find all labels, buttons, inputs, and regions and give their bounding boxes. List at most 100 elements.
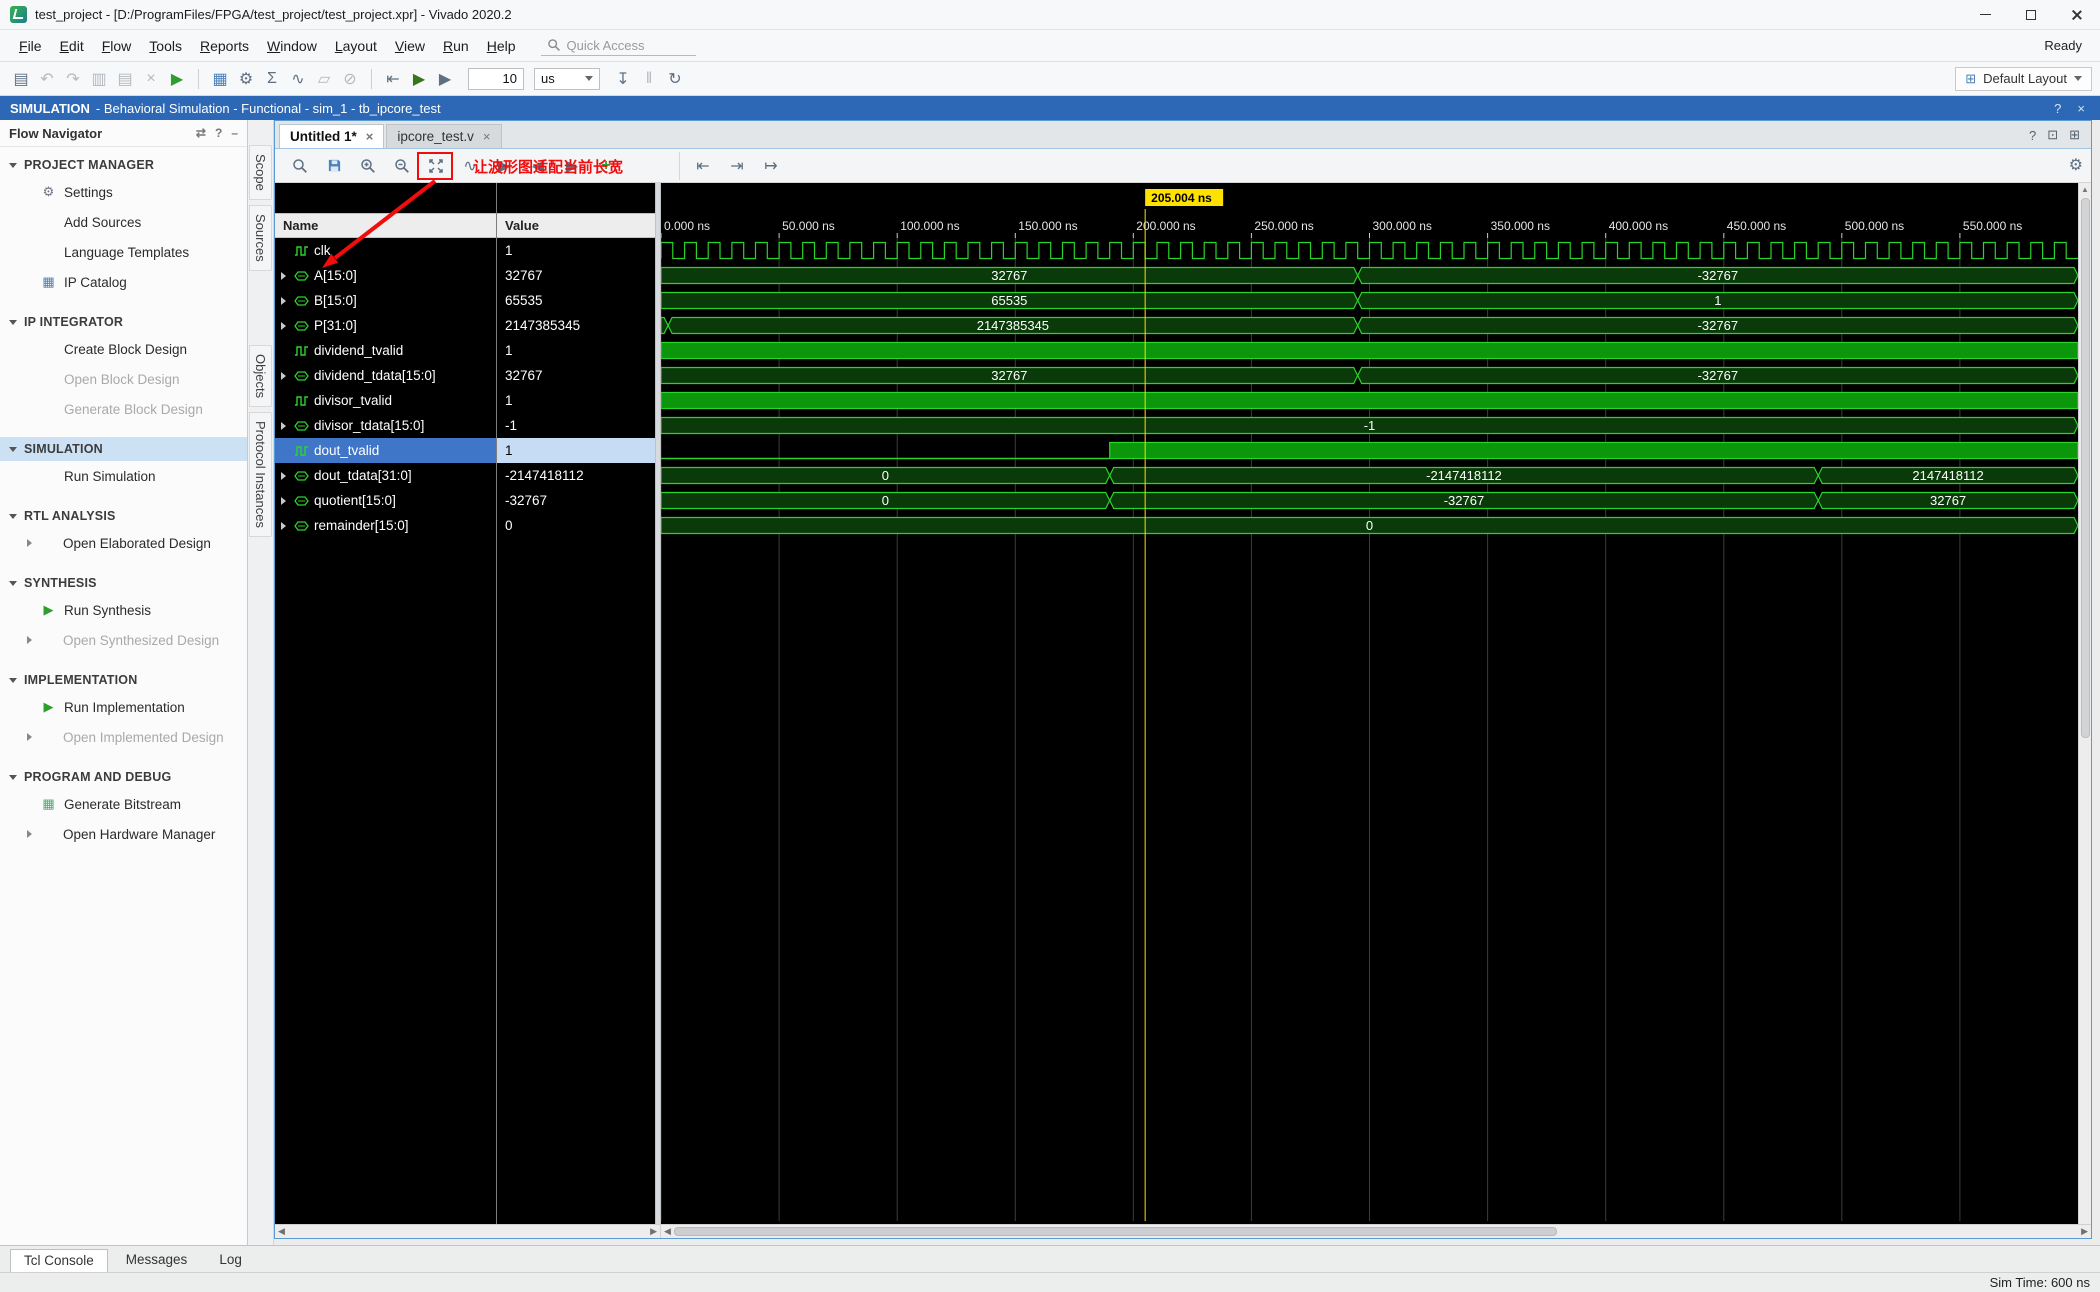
close-button[interactable] xyxy=(2054,0,2100,29)
signal-row-dout-tvalid[interactable]: dout_tvalid xyxy=(275,438,496,463)
board-icon[interactable]: ▦ xyxy=(207,66,233,92)
names-horizontal-scrollbar[interactable]: ◀ ▶ xyxy=(275,1225,661,1238)
side-tab-protocol-instances[interactable]: Protocol Instances xyxy=(249,411,272,537)
help-icon[interactable]: ? xyxy=(215,126,222,140)
time-unit-select[interactable]: us xyxy=(534,67,600,90)
paste-icon[interactable]: ▤ xyxy=(112,66,138,92)
run-time-input[interactable]: 10 xyxy=(468,67,524,90)
waveform-canvas[interactable]: 0.000 ns 50.000 ns 100.000 ns 150.000 ns 200… xyxy=(661,183,2078,1224)
value-column-header[interactable]: Value xyxy=(497,213,655,238)
collapse-panel-icon[interactable]: – xyxy=(231,126,238,140)
minimize-button[interactable] xyxy=(1962,0,2008,29)
swap-icon[interactable]: ⇄ xyxy=(196,126,206,140)
flow-section-header-synthesis[interactable]: SYNTHESIS xyxy=(0,571,247,595)
flow-section-header-implementation[interactable]: IMPLEMENTATION xyxy=(0,668,247,692)
editor-tab-ipcore-test-v[interactable]: ipcore_test.v × xyxy=(386,124,502,148)
close-tab-icon[interactable]: × xyxy=(483,129,491,144)
flow-item-generate-bitstream[interactable]: ▦ Generate Bitstream xyxy=(0,789,247,819)
signal-row-p-31-0[interactable]: P[31:0] xyxy=(275,313,496,338)
goto-end-icon[interactable]: ⇥ xyxy=(720,152,754,180)
scroll-right-icon[interactable]: ▶ xyxy=(650,1226,657,1237)
zoom-in-icon[interactable] xyxy=(351,152,385,180)
flow-item-ip-catalog[interactable]: ▦ IP Catalog xyxy=(0,267,247,297)
expand-chevron-icon[interactable] xyxy=(281,421,286,430)
restart-icon[interactable]: ⇤ xyxy=(380,66,406,92)
scroll-left-icon[interactable]: ◀ xyxy=(278,1226,285,1237)
close-context-icon[interactable]: × xyxy=(2077,101,2085,116)
zoom-out-icon[interactable] xyxy=(385,152,419,180)
menu-flow[interactable]: Flow xyxy=(93,34,141,58)
wave-icon[interactable]: ∿ xyxy=(285,66,311,92)
signal-row-b-15-0[interactable]: B[15:0] xyxy=(275,288,496,313)
flow-item-language-templates[interactable]: Language Templates xyxy=(0,237,247,267)
scalar-high-divisor-tvalid[interactable] xyxy=(661,391,2078,410)
expand-chevron-icon[interactable] xyxy=(281,321,286,330)
relaunch-icon[interactable]: ↻ xyxy=(662,66,688,92)
vertical-scrollbar[interactable]: ▲ xyxy=(2078,183,2091,1224)
name-column-header[interactable]: Name xyxy=(275,213,496,238)
bottom-tab-messages[interactable]: Messages xyxy=(112,1248,202,1272)
undo-icon[interactable]: ↶ xyxy=(34,66,60,92)
close-tab-icon[interactable]: × xyxy=(366,129,374,144)
flow-item-generate-block-design[interactable]: Generate Block Design xyxy=(0,394,247,424)
redo-icon[interactable]: ↷ xyxy=(60,66,86,92)
signal-row-dividend-tvalid[interactable]: dividend_tvalid xyxy=(275,338,496,363)
expand-chevron-icon[interactable] xyxy=(281,471,286,480)
menu-help[interactable]: Help xyxy=(478,34,525,58)
float-window-icon[interactable]: ⊡ xyxy=(2047,127,2058,143)
flow-item-open-implemented-design[interactable]: Open Implemented Design xyxy=(0,722,247,752)
scalar-high-dout-tvalid[interactable] xyxy=(1109,441,2078,460)
run-for-icon[interactable]: ▶ xyxy=(432,66,458,92)
disable-icon[interactable]: ⊘ xyxy=(337,66,363,92)
signal-row-dividend-tdata-15-0[interactable]: dividend_tdata[15:0] xyxy=(275,363,496,388)
bottom-tab-tcl-console[interactable]: Tcl Console xyxy=(10,1249,108,1272)
flow-section-header-project-manager[interactable]: PROJECT MANAGER xyxy=(0,153,247,177)
menu-window[interactable]: Window xyxy=(258,34,326,58)
copy-icon[interactable]: ▥ xyxy=(86,66,112,92)
bus-segment-p-31-0[interactable] xyxy=(661,316,669,335)
quick-access-search[interactable]: Quick Access xyxy=(540,36,696,56)
menu-edit[interactable]: Edit xyxy=(51,34,93,58)
bottom-tab-log[interactable]: Log xyxy=(205,1248,256,1272)
settings-icon[interactable]: ⚙ xyxy=(233,66,259,92)
expand-chevron-icon[interactable] xyxy=(281,521,286,530)
signal-row-clk[interactable]: clk xyxy=(275,238,496,263)
menu-run[interactable]: Run xyxy=(434,34,478,58)
flow-item-open-block-design[interactable]: Open Block Design xyxy=(0,364,247,394)
flow-item-open-synthesized-design[interactable]: Open Synthesized Design xyxy=(0,625,247,655)
flow-section-header-simulation[interactable]: SIMULATION xyxy=(0,437,247,461)
signal-row-quotient-15-0[interactable]: quotient[15:0] xyxy=(275,488,496,513)
menu-layout[interactable]: Layout xyxy=(326,34,386,58)
run-icon[interactable]: ▶ xyxy=(164,66,190,92)
signal-row-remainder-15-0[interactable]: remainder[15:0] xyxy=(275,513,496,538)
editor-tab-untitled-1[interactable]: Untitled 1* × xyxy=(279,124,385,148)
menu-reports[interactable]: Reports xyxy=(191,34,258,58)
sigma-icon[interactable]: Σ xyxy=(259,66,285,92)
side-tab-sources[interactable]: Sources xyxy=(249,204,272,271)
flow-item-add-sources[interactable]: Add Sources xyxy=(0,207,247,237)
flow-item-open-elaborated-design[interactable]: Open Elaborated Design xyxy=(0,528,247,558)
delete-icon[interactable]: × xyxy=(138,66,164,92)
flow-item-settings[interactable]: ⚙ Settings xyxy=(0,177,247,207)
wave-horizontal-scrollbar[interactable]: ◀ ▶ xyxy=(661,1225,2091,1238)
maximize-button[interactable] xyxy=(2008,0,2054,29)
pause-icon[interactable]: ‖ xyxy=(636,66,662,92)
snap-to-transition-icon[interactable]: ↦ xyxy=(754,152,788,180)
layout-selector[interactable]: ⊞ Default Layout xyxy=(1955,66,2092,91)
flow-section-header-ip-integrator[interactable]: IP INTEGRATOR xyxy=(0,310,247,334)
wave-scrollbar-thumb[interactable] xyxy=(673,1227,1557,1236)
signal-row-dout-tdata-31-0[interactable]: dout_tdata[31:0] xyxy=(275,463,496,488)
flow-section-header-program-and-debug[interactable]: PROGRAM AND DEBUG xyxy=(0,765,247,789)
expand-chevron-icon[interactable] xyxy=(281,271,286,280)
step-icon[interactable]: ↧ xyxy=(610,66,636,92)
signal-row-divisor-tdata-15-0[interactable]: divisor_tdata[15:0] xyxy=(275,413,496,438)
expand-chevron-icon[interactable] xyxy=(281,496,286,505)
flow-item-open-hardware-manager[interactable]: Open Hardware Manager xyxy=(0,819,247,849)
expand-chevron-icon[interactable] xyxy=(281,296,286,305)
scroll-up-icon[interactable]: ▲ xyxy=(2081,183,2089,196)
expand-chevron-icon[interactable] xyxy=(281,371,286,380)
menu-view[interactable]: View xyxy=(386,34,434,58)
help-icon[interactable]: ? xyxy=(2054,101,2061,116)
flow-item-run-simulation[interactable]: Run Simulation xyxy=(0,461,247,491)
scroll-left-icon[interactable]: ◀ xyxy=(664,1226,671,1237)
